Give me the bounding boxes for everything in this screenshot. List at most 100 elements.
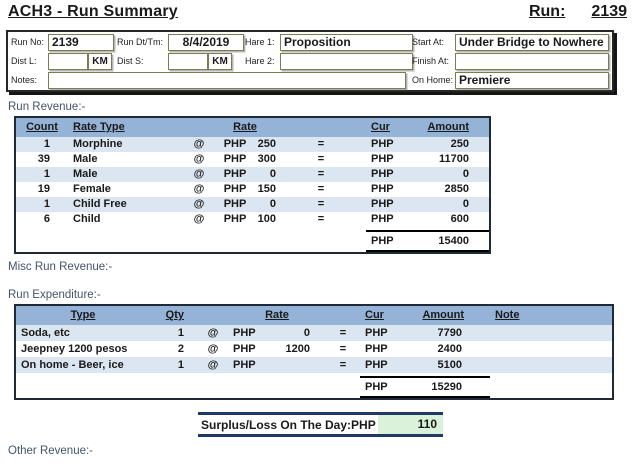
- dist-s-field[interactable]: [168, 53, 208, 70]
- revenue-rate[interactable]: 150: [256, 182, 276, 197]
- expenditure-type[interactable]: Jeepney 1200 pesos: [16, 341, 150, 357]
- notes-label: Notes:: [11, 75, 37, 85]
- revenue-row: 1 Child Free @ PHP 0 = PHP 0: [16, 197, 489, 212]
- revenue-amount: 11700: [422, 152, 489, 167]
- revenue-rate-cur: PHP: [214, 167, 256, 182]
- expenditure-cur: PHP: [360, 357, 418, 373]
- km-unit-1: KM: [88, 53, 112, 70]
- at-symbol: @: [184, 137, 214, 152]
- surplus-cur: PHP: [351, 418, 378, 432]
- revenue-header-rate-type: Rate Type: [73, 121, 125, 133]
- run-revenue-section-label: Run Revenue:-: [8, 101, 85, 113]
- revenue-rate-type[interactable]: Child Free: [68, 197, 184, 212]
- revenue-amount: 2850: [422, 182, 489, 197]
- at-symbol: @: [184, 197, 214, 212]
- expenditure-header-type: Type: [71, 309, 96, 321]
- revenue-rate[interactable]: 300: [256, 152, 276, 167]
- other-revenue-section-label: Other Revenue:-: [8, 445, 93, 457]
- expenditure-qty[interactable]: 1: [150, 357, 198, 373]
- revenue-count[interactable]: 1: [16, 197, 68, 212]
- revenue-header-row: Count Rate Type Rate Cur Amount: [16, 118, 489, 137]
- at-symbol: @: [184, 212, 214, 227]
- on-home-field[interactable]: Premiere: [455, 72, 609, 89]
- surplus-bar: Surplus/Loss On The Day: PHP 110: [198, 412, 443, 437]
- revenue-rate[interactable]: 0: [256, 167, 276, 182]
- revenue-header-amount: Amount: [427, 121, 469, 133]
- revenue-rate[interactable]: 100: [256, 212, 276, 227]
- expenditure-row: Jeepney 1200 pesos 2 @ PHP 1200 = PHP 24…: [16, 341, 612, 357]
- run-dt-label: Run Dt/Tm:: [117, 37, 163, 47]
- equals-symbol: =: [326, 357, 360, 373]
- at-symbol: @: [198, 341, 228, 357]
- revenue-row: 1 Morphine @ PHP 250 = PHP 250: [16, 137, 489, 152]
- revenue-row: 39 Male @ PHP 300 = PHP 11700: [16, 152, 489, 167]
- at-symbol: @: [198, 325, 228, 341]
- revenue-amount: 0: [422, 197, 489, 212]
- revenue-rate-type[interactable]: Morphine: [68, 137, 184, 152]
- revenue-rate[interactable]: 0: [256, 197, 276, 212]
- hare1-label: Hare 1:: [245, 37, 275, 47]
- revenue-row: 19 Female @ PHP 150 = PHP 2850: [16, 182, 489, 197]
- equals-symbol: =: [276, 182, 366, 197]
- start-at-field[interactable]: Under Bridge to Nowhere: [455, 34, 609, 51]
- revenue-cur: PHP: [366, 182, 422, 197]
- run-no-field[interactable]: 2139: [48, 34, 114, 51]
- revenue-rate-cur: PHP: [214, 137, 256, 152]
- revenue-amount: 250: [422, 137, 489, 152]
- hare2-label: Hare 2:: [245, 56, 275, 66]
- revenue-rate-cur: PHP: [214, 182, 256, 197]
- revenue-rate[interactable]: 250: [256, 137, 276, 152]
- title-bar: ACH3 - Run Summary Run: 2139: [8, 3, 627, 21]
- revenue-count[interactable]: 1: [16, 167, 68, 182]
- equals-symbol: =: [326, 325, 360, 341]
- hare1-field[interactable]: Proposition: [280, 34, 413, 51]
- expenditure-header-rate: Rate: [265, 309, 289, 321]
- revenue-count[interactable]: 1: [16, 137, 68, 152]
- expenditure-total-cur: PHP: [360, 376, 418, 398]
- expenditure-type[interactable]: On home - Beer, ice: [16, 357, 150, 373]
- at-symbol: @: [184, 167, 214, 182]
- revenue-rate-type[interactable]: Female: [68, 182, 184, 197]
- start-at-label: Start At:: [412, 37, 444, 47]
- revenue-rate-cur: PHP: [214, 212, 256, 227]
- run-dt-field[interactable]: 8/4/2019: [168, 34, 244, 51]
- expenditure-rate[interactable]: 1200: [274, 341, 326, 357]
- run-number: 2139: [591, 3, 627, 21]
- revenue-rate-type[interactable]: Male: [68, 167, 184, 182]
- hare2-field[interactable]: [280, 53, 413, 70]
- expenditure-type[interactable]: Soda, etc: [16, 325, 150, 341]
- on-home-label: On Home:: [412, 75, 453, 85]
- at-symbol: @: [198, 357, 228, 373]
- expenditure-total-amount: 15290: [418, 376, 490, 398]
- surplus-amount: 110: [378, 415, 443, 434]
- revenue-row: 6 Child @ PHP 100 = PHP 600: [16, 212, 489, 227]
- revenue-cur: PHP: [366, 152, 422, 167]
- revenue-count[interactable]: 39: [16, 152, 68, 167]
- equals-symbol: =: [326, 341, 360, 357]
- equals-symbol: =: [276, 212, 366, 227]
- dist-l-field[interactable]: [48, 53, 88, 70]
- expenditure-header-amount: Amount: [422, 309, 464, 321]
- run-revenue-table: Count Rate Type Rate Cur Amount 1 Morphi…: [14, 116, 491, 254]
- revenue-total-row: PHP 15400: [16, 230, 489, 248]
- expenditure-rate-cur: PHP: [228, 341, 274, 357]
- run-header: Run: 2139: [529, 3, 627, 21]
- run-expenditure-table: Type Qty Rate Cur Amount Note Soda, etc …: [14, 304, 614, 400]
- expenditure-amount: 7790: [418, 325, 490, 341]
- dist-l-label: Dist L:: [11, 56, 37, 66]
- expenditure-rate[interactable]: 0: [274, 325, 326, 341]
- notes-field[interactable]: [48, 72, 406, 89]
- revenue-rate-type[interactable]: Child: [68, 212, 184, 227]
- finish-at-field[interactable]: [455, 53, 609, 70]
- expenditure-cur: PHP: [360, 341, 418, 357]
- revenue-total-cur: PHP: [366, 230, 422, 252]
- expenditure-header-qty: Qty: [166, 309, 184, 321]
- revenue-count[interactable]: 19: [16, 182, 68, 197]
- expenditure-qty[interactable]: 1: [150, 325, 198, 341]
- at-symbol: @: [184, 152, 214, 167]
- expenditure-qty[interactable]: 2: [150, 341, 198, 357]
- run-details-form: Run No: 2139 Run Dt/Tm: 8/4/2019 Hare 1:…: [6, 30, 614, 92]
- revenue-rate-type[interactable]: Male: [68, 152, 184, 167]
- revenue-count[interactable]: 6: [16, 212, 68, 227]
- equals-symbol: =: [276, 137, 366, 152]
